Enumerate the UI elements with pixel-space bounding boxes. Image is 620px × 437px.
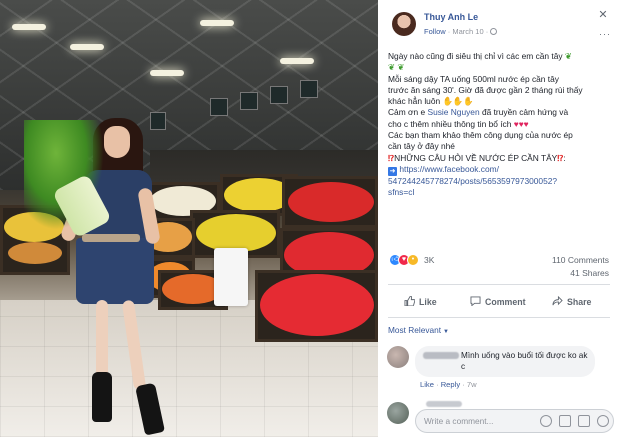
author-name[interactable]: Thuy Anh Le <box>424 12 478 22</box>
gif-icon[interactable] <box>578 415 590 427</box>
post-line-text: Ngày nào cũng đi siêu thị chỉ vì các em … <box>388 51 563 61</box>
more-options-icon[interactable]: ··· <box>599 30 611 39</box>
post-line-text: Cảm ơn e <box>388 107 428 118</box>
belt-bag <box>82 234 140 242</box>
thumbs-up-emoji-icon: ✋✋✋ <box>442 96 474 107</box>
person <box>0 0 378 437</box>
post-meta: Follow · March 10 · <box>424 27 498 36</box>
celery-emoji-icon: ❦ <box>397 62 405 73</box>
share-label: Share <box>567 297 592 307</box>
camera-icon[interactable] <box>559 415 571 427</box>
commenter-avatar[interactable] <box>387 346 409 368</box>
like-button[interactable]: Like <box>404 291 437 313</box>
post-text: Ngày nào cũng đi siêu thị chỉ vì các em … <box>388 51 614 199</box>
facebook-url-link[interactable]: https://www.facebook.com/ <box>399 164 499 174</box>
post-header: Thuy Anh Le Follow · March 10 · ✕ ··· <box>378 0 620 44</box>
divider <box>388 284 610 285</box>
post-line-text: cho c thêm nhiều thông tin bổ ích <box>388 118 512 129</box>
post-date[interactable]: March 10 <box>452 27 483 36</box>
boot <box>92 372 112 422</box>
emoji-icon[interactable] <box>540 415 552 427</box>
heart-emoji-icon: ♥♥♥ <box>513 118 529 129</box>
comment-time[interactable]: 7w <box>467 380 477 389</box>
commenter-name-blurred <box>426 401 462 407</box>
right-arrow-icon: ➜ <box>388 166 397 176</box>
reaction-count[interactable]: 3K <box>424 255 434 265</box>
post-line: trước ăn sáng 30'. Giờ đã được gần 2 thá… <box>388 84 583 95</box>
comment-actions: Like · Reply · 7w <box>420 380 477 389</box>
post-line: ➜ https://www.facebook.com/ <box>388 164 614 176</box>
wow-reaction-icon: • <box>407 254 419 266</box>
post-line: Các bạn tham khảo thêm công dụng của nướ… <box>388 130 573 141</box>
comment-sort-dropdown[interactable]: Most Relevant ▼ <box>388 325 449 335</box>
like-label: Like <box>419 297 437 307</box>
close-icon[interactable]: ✕ <box>597 9 609 21</box>
facebook-url-link[interactable]: 547244245778274/posts/565359797300052? <box>388 176 614 187</box>
current-user-avatar <box>387 402 409 424</box>
comment-text: Mình uống vào buổi tối được ko ak c <box>461 351 588 371</box>
post-line: cho c thêm nhiều thông tin bổ ích ♥♥♥ <box>388 119 614 130</box>
facebook-url-link[interactable]: sfns=cl <box>388 187 614 198</box>
shares-count[interactable]: 41 Shares <box>570 268 609 278</box>
comment-reply-link[interactable]: Reply <box>441 380 460 389</box>
post-side-panel: Thuy Anh Le Follow · March 10 · ✕ ··· Ng… <box>378 0 620 437</box>
mention-link[interactable]: Susie Nguyen <box>427 107 479 117</box>
comment-like-link[interactable]: Like <box>420 380 434 389</box>
denim-skirt <box>76 238 154 304</box>
comments-count[interactable]: 110 Comments <box>552 255 609 265</box>
divider <box>388 317 610 318</box>
comment-input[interactable]: Write a comment... <box>415 409 614 433</box>
post-line-text: NHỮNG CÂU HỎI VỀ NƯỚC ÉP CẦN TÂY <box>394 152 558 163</box>
boot <box>135 382 165 436</box>
comment-placeholder: Write a comment... <box>424 416 494 426</box>
share-button[interactable]: Share <box>552 291 591 313</box>
post-line: ❦ ❦ <box>388 62 614 73</box>
comment-bubble: Mình uống vào buổi tối được ko ak c <box>415 346 595 377</box>
follow-link[interactable]: Follow <box>424 27 446 36</box>
sticker-icon[interactable] <box>597 415 609 427</box>
comment-label: Comment <box>485 297 526 307</box>
post-photo[interactable] <box>0 0 378 437</box>
share-icon <box>552 296 563 306</box>
comment-button[interactable]: Comment <box>470 291 526 313</box>
post-line-text: khác hẳn luôn <box>388 96 441 107</box>
post-actions: Like Comment Share <box>388 291 610 313</box>
post-line: ⁉NHỮNG CÂU HỎI VỀ NƯỚC ÉP CẦN TÂY⁉: <box>388 153 614 164</box>
face <box>104 126 130 158</box>
post-viewer: Thuy Anh Le Follow · March 10 · ✕ ··· Ng… <box>0 0 620 437</box>
globe-icon <box>490 28 498 35</box>
celery-emoji-icon: ❦ <box>388 62 396 73</box>
post-line: khác hẳn luôn ✋✋✋ <box>388 96 614 107</box>
colon: : <box>563 152 566 163</box>
post-line: Mỗi sáng dậy TA uống 500ml nước ép cần t… <box>388 73 559 84</box>
author-avatar[interactable] <box>392 12 416 36</box>
post-line: cần tây ở đây nhé <box>388 141 455 152</box>
celery-emoji-icon: ❦ <box>564 51 572 61</box>
thumbs-up-icon <box>404 296 415 306</box>
sort-label: Most Relevant <box>388 325 442 335</box>
leg <box>96 300 108 380</box>
comment-icon <box>470 296 481 306</box>
caret-down-icon: ▼ <box>443 329 449 335</box>
commenter-name-blurred[interactable] <box>423 352 459 359</box>
post-line-text: đã truyền cảm hứng và <box>479 107 569 118</box>
leg <box>121 299 147 391</box>
post-line: Ngày nào cũng đi siêu thị chỉ vì các em … <box>388 51 614 62</box>
post-line: Cảm ơn e Susie Nguyen đã truyền cảm hứng… <box>388 107 614 118</box>
